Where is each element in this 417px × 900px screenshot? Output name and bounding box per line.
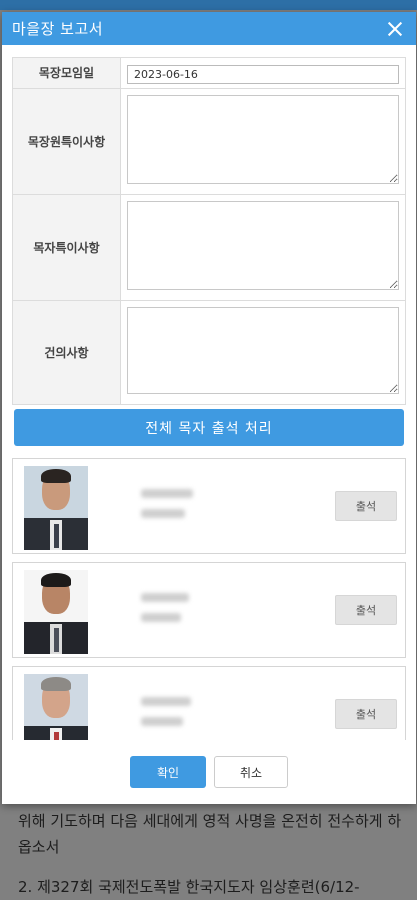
member-card: 출석 [12, 666, 406, 740]
modal-header: 마을장 보고서 [2, 12, 416, 45]
background-text-line: 위해 기도하며 다음 세대에게 영적 사명을 온전히 전수하게 하옵소서 [18, 812, 402, 856]
form-row-suggestions: 건의사항 [13, 301, 405, 404]
member-name-blurred [141, 697, 191, 706]
member-name-blurred [141, 593, 189, 602]
meeting-date-input[interactable] [127, 65, 399, 84]
cancel-button[interactable]: 취소 [214, 756, 288, 788]
background-topbar [0, 0, 417, 10]
member-name-blurred [141, 489, 193, 498]
report-form: 목장모임일 목장원특이사항 목자특이사항 건의사항 [12, 57, 406, 405]
modal-footer: 확인 취소 [2, 756, 416, 788]
member-info-blurred [141, 717, 183, 726]
member-photo [24, 466, 88, 550]
member-photo [24, 570, 88, 654]
form-row-leader-notes: 목자특이사항 [13, 195, 405, 301]
report-modal: 마을장 보고서 목장모임일 목장원특이사항 목자특이사항 건의사항 [2, 12, 416, 804]
member-notes-textarea[interactable] [127, 95, 399, 184]
attend-button[interactable]: 출석 [335, 491, 397, 521]
attend-button[interactable]: 출석 [335, 699, 397, 729]
member-photo [24, 674, 88, 740]
attend-button[interactable]: 출석 [335, 595, 397, 625]
member-card: 출석 [12, 458, 406, 554]
suggestions-textarea[interactable] [127, 307, 399, 394]
background-text-line: 2. 제327회 국제전도폭발 한국지도자 임상훈련(6/12- [18, 878, 360, 896]
member-info-blurred [141, 509, 185, 518]
member-card: 출석 [12, 562, 406, 658]
field-label: 목자특이사항 [13, 195, 121, 300]
modal-title: 마을장 보고서 [12, 20, 104, 38]
form-row-member-notes: 목장원특이사항 [13, 89, 405, 195]
member-list[interactable]: 출석 출석 출석 [12, 458, 406, 740]
field-label: 목장원특이사항 [13, 89, 121, 194]
member-info-blurred [141, 613, 181, 622]
form-row-meeting-date: 목장모임일 [13, 58, 405, 89]
close-icon[interactable] [384, 18, 406, 40]
all-attend-button[interactable]: 전체 목자 출석 처리 [14, 409, 404, 446]
field-label: 목장모임일 [13, 58, 121, 88]
leader-notes-textarea[interactable] [127, 201, 399, 290]
confirm-button[interactable]: 확인 [130, 756, 206, 788]
field-label: 건의사항 [13, 301, 121, 404]
